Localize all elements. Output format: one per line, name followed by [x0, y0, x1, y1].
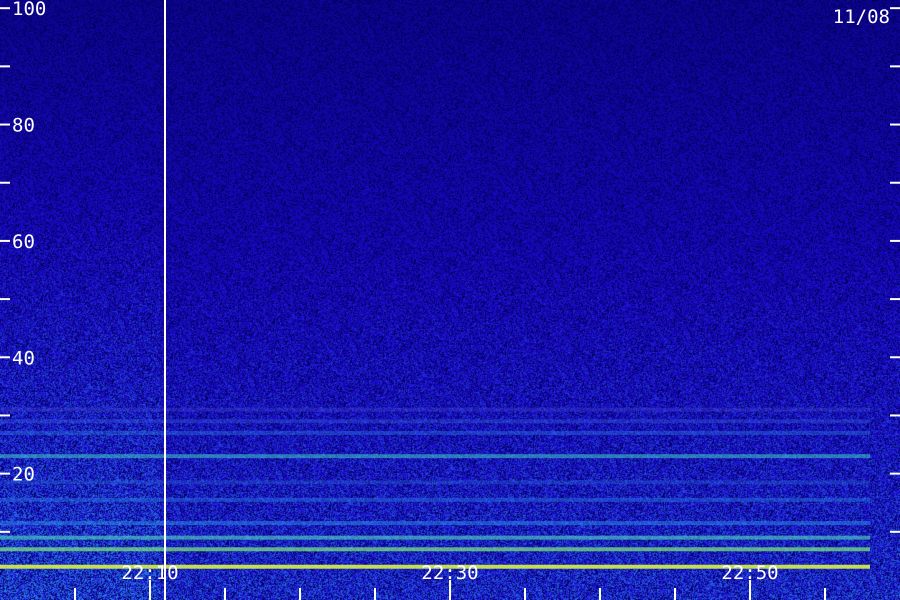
spectral-band-9	[0, 407, 870, 412]
x-tick-label-1: 22:30	[421, 562, 478, 584]
spectral-band-2	[0, 535, 870, 540]
y-tick-label-20: 20	[12, 464, 35, 486]
y-tick-label-60: 60	[12, 231, 35, 253]
spectral-band-1	[0, 547, 870, 552]
spectral-band-7	[0, 430, 870, 435]
spectral-band-5	[0, 480, 870, 485]
date-label: 11/08	[833, 6, 890, 28]
spectral-band-4	[0, 497, 870, 502]
x-tick-label-2: 22:50	[721, 562, 778, 584]
spectrogram-chart: 20 40 60 80 100 22:10 22:30 22:50 11/08	[0, 0, 900, 600]
y-tick-label-100: 100	[12, 0, 46, 20]
spectral-band-3	[0, 521, 870, 526]
x-tick-label-0: 22:10	[121, 562, 178, 584]
spectral-band-8	[0, 419, 870, 424]
y-tick-label-40: 40	[12, 347, 35, 369]
y-tick-label-80: 80	[12, 115, 35, 137]
spectral-band-6	[0, 454, 870, 459]
spectrogram-noise-texture	[0, 0, 900, 600]
spectrogram-plot	[0, 0, 900, 600]
